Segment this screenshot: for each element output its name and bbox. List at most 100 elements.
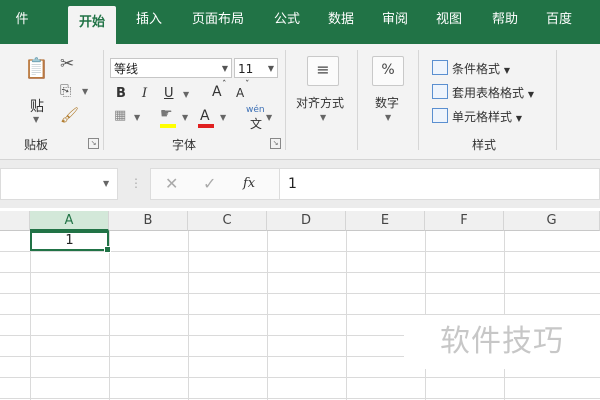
font-color-swatch [198, 124, 214, 128]
tab-baidu[interactable]: 百度 [534, 0, 584, 44]
font-color-dropdown-icon[interactable]: ▼ [220, 114, 226, 122]
group-divider [285, 50, 286, 150]
percent-icon[interactable]: % [372, 56, 404, 86]
cell-styles-icon [432, 108, 448, 123]
format-painter-icon[interactable]: 🖌 [60, 108, 79, 123]
column-header-a[interactable]: A [30, 211, 109, 231]
tab-help[interactable]: 帮助 [480, 0, 530, 44]
row-header-border [30, 231, 31, 400]
phonetic-dropdown-icon[interactable]: ▼ [266, 114, 272, 122]
font-size-combo[interactable]: 11 ▼ [234, 58, 278, 78]
format-as-table-dropdown-icon: ▼ [527, 90, 534, 99]
column-header-c[interactable]: C [188, 211, 267, 231]
conditional-format-dropdown-icon: ▼ [503, 66, 510, 75]
copy-dropdown-icon[interactable]: ▼ [82, 88, 88, 96]
formula-input[interactable]: 1 [279, 168, 600, 200]
formula-buttons: ✕ ✓ fx [150, 168, 280, 200]
group-divider [556, 50, 557, 150]
tab-home[interactable]: 开始 [68, 6, 116, 44]
format-as-table-label: 套用表格格式 [452, 86, 525, 100]
column-header-f[interactable]: F [425, 211, 504, 231]
cells-group-partial[interactable] [566, 58, 596, 128]
font-name-combo[interactable]: 等线 ▼ [110, 58, 232, 78]
fill-color-dropdown-icon[interactable]: ▼ [182, 114, 188, 122]
cut-icon[interactable]: ✂ [60, 56, 74, 73]
tab-data[interactable]: 数据 [316, 0, 366, 44]
formula-bar: ▼ ⋮ ✕ ✓ fx 1 [0, 160, 600, 208]
tab-insert[interactable]: 插入 [124, 0, 174, 44]
border-icon[interactable]: ▦ [114, 109, 126, 122]
increase-font-icon: ˆ [222, 80, 227, 90]
gridline [267, 231, 268, 400]
tab-review[interactable]: 审阅 [370, 0, 420, 44]
gridline [188, 231, 189, 400]
alignment-dropdown-icon[interactable]: ▼ [320, 114, 326, 122]
gridline [346, 231, 347, 400]
fill-color-swatch [160, 124, 176, 128]
fill-handle[interactable] [104, 246, 111, 253]
font-group-label: 字体 [172, 138, 197, 152]
underline-dropdown-icon[interactable]: ▼ [183, 91, 189, 99]
group-divider [103, 50, 104, 150]
tab-view[interactable]: 视图 [424, 0, 474, 44]
paste-icon[interactable]: 📋 [24, 58, 49, 78]
format-as-table-icon [432, 84, 448, 99]
clipboard-launcher-icon[interactable]: ↘ [88, 138, 99, 149]
ribbon-tab-bar: 件 开始 插入 页面布局 公式 数据 审阅 视图 帮助 百度 [0, 0, 600, 44]
enter-icon[interactable]: ✓ [203, 176, 216, 192]
cell-styles-dropdown-icon: ▼ [515, 114, 522, 123]
cell-styles-button[interactable]: 单元格样式 ▼ [432, 108, 522, 128]
number-label[interactable]: 数字 [375, 94, 399, 111]
select-all-corner[interactable] [0, 211, 30, 231]
fill-color-icon[interactable]: ☛ [160, 107, 173, 121]
column-header-b[interactable]: B [109, 211, 188, 231]
paste-dropdown-icon[interactable]: ▼ [33, 116, 39, 124]
tab-page-layout[interactable]: 页面布局 [180, 0, 256, 44]
cell-styles-label: 单元格样式 [452, 110, 513, 124]
gridline [0, 398, 600, 399]
font-name-dropdown-icon[interactable]: ▼ [222, 59, 228, 79]
styles-group-label: 样式 [472, 138, 497, 152]
cell-a1[interactable]: 1 [30, 231, 111, 253]
border-dropdown-icon[interactable]: ▼ [134, 114, 140, 122]
conditional-format-button[interactable]: 条件格式 ▼ [432, 60, 510, 80]
name-box[interactable]: ▼ [0, 168, 118, 200]
gridline [0, 251, 600, 252]
group-divider [418, 50, 419, 150]
number-dropdown-icon[interactable]: ▼ [385, 114, 391, 122]
font-size-value: 11 [238, 62, 254, 76]
cancel-icon[interactable]: ✕ [165, 176, 178, 192]
italic-button[interactable]: I [142, 86, 147, 101]
tab-formulas[interactable]: 公式 [262, 0, 312, 44]
decrease-font-button[interactable]: A [236, 86, 244, 100]
increase-font-button[interactable]: A [212, 84, 222, 100]
insert-function-icon[interactable]: fx [243, 176, 255, 191]
column-header-e[interactable]: E [346, 211, 425, 231]
column-header-d[interactable]: D [267, 211, 346, 231]
alignment-label[interactable]: 对齐方式 [296, 94, 344, 111]
underline-button[interactable]: U [164, 86, 174, 101]
font-color-button[interactable]: A [200, 108, 210, 124]
copy-icon[interactable]: ⎘ [60, 84, 71, 98]
gridline [0, 377, 600, 378]
watermark-text: 软件技巧 [404, 315, 600, 369]
phonetic-label[interactable]: wén [246, 105, 265, 115]
bold-button[interactable]: B [116, 86, 126, 101]
ribbon: 📋 贴 ▼ ✂ ⎘ ▼ 🖌 贴板 ↘ 等线 ▼ 11 ▼ B I U ▼ A ˆ… [0, 44, 600, 160]
paste-label[interactable]: 贴 [30, 96, 44, 116]
align-icon[interactable]: ≡ [307, 56, 339, 86]
decrease-font-icon: ˇ [245, 80, 250, 90]
column-header-g[interactable]: G [504, 211, 600, 231]
tab-file[interactable]: 件 [0, 0, 44, 44]
gridline [109, 231, 110, 400]
gridline [0, 293, 600, 294]
font-size-dropdown-icon[interactable]: ▼ [268, 59, 274, 79]
font-name-value: 等线 [114, 62, 139, 76]
font-launcher-icon[interactable]: ↘ [270, 138, 281, 149]
name-box-dropdown-icon[interactable]: ▼ [103, 180, 109, 188]
format-as-table-button[interactable]: 套用表格格式 ▼ [432, 84, 534, 104]
clipboard-group-label: 贴板 [24, 138, 49, 152]
formula-bar-splitter[interactable]: ⋮ [130, 176, 142, 190]
phonetic-char[interactable]: 文 [250, 115, 262, 132]
conditional-format-label: 条件格式 [452, 62, 501, 76]
